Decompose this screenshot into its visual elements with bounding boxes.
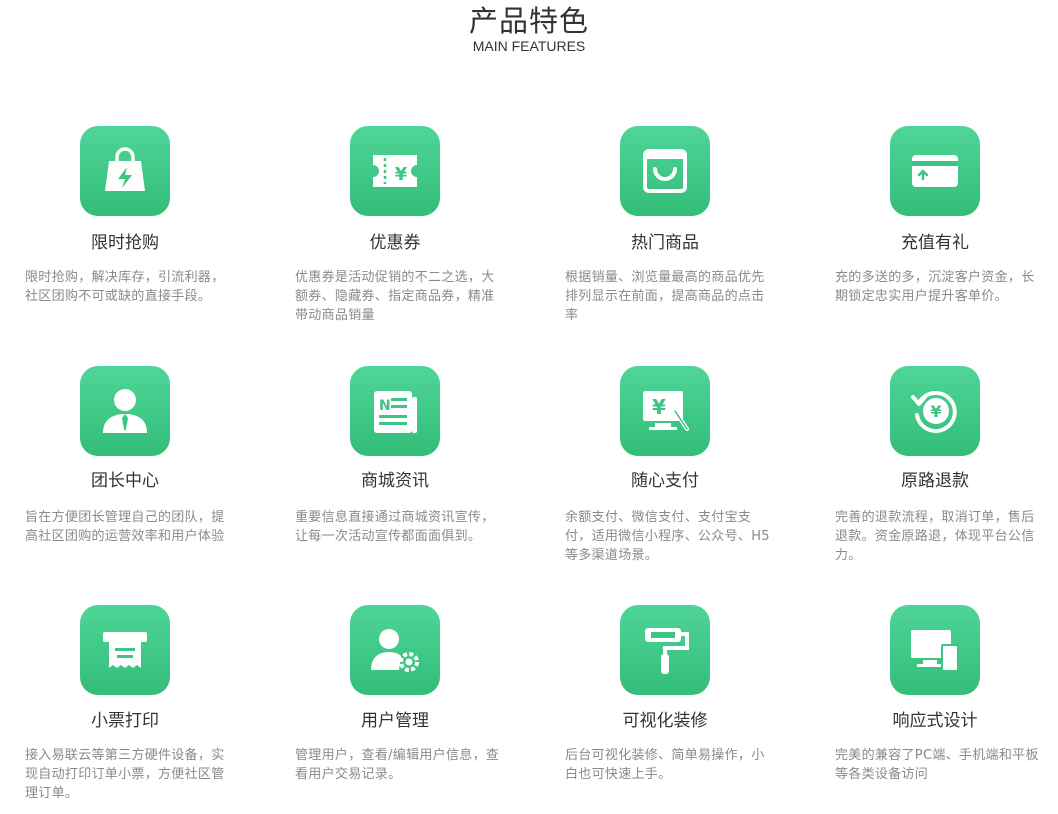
person-tie-icon <box>80 366 170 456</box>
receipt-printer-icon <box>80 605 170 695</box>
feature-title: 随心支付 <box>631 471 699 491</box>
svg-text:N: N <box>379 398 391 414</box>
user-gear-icon <box>350 605 440 695</box>
feature-title: 团长中心 <box>91 471 159 491</box>
svg-text:¥: ¥ <box>652 395 666 419</box>
svg-text:¥: ¥ <box>930 402 941 421</box>
paint-roller-icon <box>620 605 710 695</box>
svg-text:¥: ¥ <box>395 164 408 185</box>
feature-desc: 充的多送的多，沉淀客户资金，长期锁定忠实用户提升客单价。 <box>835 270 1035 304</box>
payment-monitor-icon: ¥ <box>620 366 710 456</box>
feature-desc: 完善的退款流程，取消订单，售后退款。资金原路退，体现平台公信力。 <box>835 510 1035 563</box>
feature-title: 充值有礼 <box>901 233 969 253</box>
feature-desc: 完美的兼容了PC端、手机端和平板等各类设备访问 <box>835 748 1039 782</box>
feature-title: 用户管理 <box>361 711 429 731</box>
feature-desc: 余额支付、微信支付、支付宝支付，适用微信小程序、公众号、H5等多渠道场景。 <box>565 510 770 563</box>
feature-grid: 限时抢购 限时抢购，解决库存，引流利器，社区团购不可或缺的直接手段。 ¥ 优惠券… <box>0 0 1058 814</box>
shopping-bag-lightning-icon <box>80 126 170 216</box>
feature-desc: 限时抢购，解决库存，引流利器，社区团购不可或缺的直接手段。 <box>25 270 225 304</box>
feature-title: 可视化装修 <box>622 711 708 731</box>
feature-title: 小票打印 <box>91 711 159 731</box>
feature-title: 限时抢购 <box>91 233 159 253</box>
responsive-devices-icon <box>890 605 980 695</box>
feature-desc: 根据销量、浏览量最高的商品优先排列显示在前面，提高商品的点击率 <box>565 270 765 323</box>
shopping-basket-icon <box>620 126 710 216</box>
feature-title: 商城资讯 <box>361 471 429 491</box>
feature-desc: 接入易联云等第三方硬件设备，实现自动打印订单小票，方便社区管理订单。 <box>25 748 225 801</box>
feature-title: 优惠券 <box>369 233 421 253</box>
feature-desc: 旨在方便团长管理自己的团队，提高社区团购的运营效率和用户体验 <box>25 510 225 544</box>
credit-card-icon <box>890 126 980 216</box>
coupon-icon: ¥ <box>350 126 440 216</box>
feature-desc: 管理用户，查看/编辑用户信息，查看用户交易记录。 <box>295 748 500 782</box>
feature-title: 响应式设计 <box>892 711 978 731</box>
newspaper-icon: N <box>350 366 440 456</box>
feature-desc: 后台可视化装修、简单易操作，小白也可快速上手。 <box>565 748 765 782</box>
refund-icon: ¥ <box>890 366 980 456</box>
feature-desc: 优惠券是活动促销的不二之选，大额券、隐藏券、指定商品券，精准带动商品销量 <box>295 270 495 323</box>
feature-title: 热门商品 <box>631 233 699 253</box>
feature-desc: 重要信息直接通过商城资讯宣传，让每一次活动宣传都面面俱到。 <box>295 510 495 544</box>
feature-title: 原路退款 <box>901 471 969 491</box>
